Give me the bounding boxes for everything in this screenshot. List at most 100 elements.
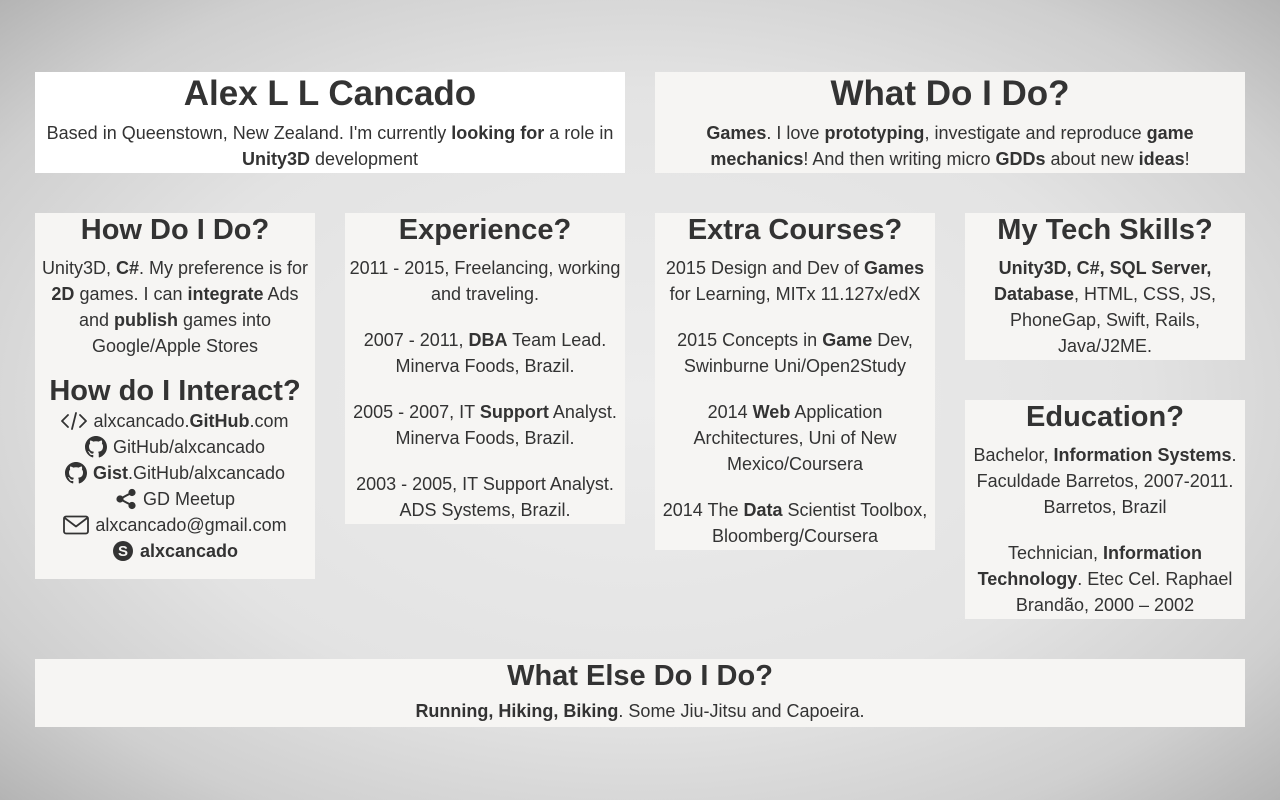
emphasis-text: Games — [706, 123, 767, 143]
text-segment: .GitHub/alxcancado — [127, 463, 286, 483]
text-segment: Technician, — [1007, 543, 1104, 563]
text-segment: 2007 - 2011, — [363, 330, 469, 350]
education-item: Bachelor, Information Systems. Faculdade… — [969, 442, 1241, 520]
text-segment: .com — [249, 411, 289, 431]
contact-label: GD Meetup — [143, 486, 235, 512]
contact-skype[interactable]: Salxcancado — [35, 538, 315, 564]
course-item: 2015 Concepts in Game Dev, Swinburne Uni… — [655, 327, 935, 379]
emphasis-text: GitHub — [189, 411, 250, 431]
skills-title: My Tech Skills? — [997, 214, 1213, 246]
courses-title: Extra Courses? — [687, 214, 903, 246]
how-do-card: How Do I Do? Unity3D, C#. My preference … — [35, 213, 315, 579]
github-icon — [84, 436, 107, 458]
text-segment: Bachelor, — [973, 445, 1054, 465]
experience-list: 2011 - 2015, Freelancing, working and tr… — [345, 255, 625, 523]
experience-item: 2011 - 2015, Freelancing, working and tr… — [345, 255, 625, 307]
emphasis-text: Games — [864, 258, 925, 278]
how-do-text: Unity3D, C#. My preference is for 2D gam… — [35, 255, 315, 359]
text-segment: alxcancado. — [93, 411, 190, 431]
text-segment: development — [309, 149, 419, 169]
text-segment: alxcancado@gmail.com — [95, 515, 287, 535]
text-segment: Based in Queenstown, New Zealand. I'm cu… — [46, 123, 452, 143]
text-segment: Unity3D, — [41, 258, 116, 278]
course-item: 2014 Web Application Architectures, Uni … — [655, 399, 935, 477]
text-segment: GD Meetup — [142, 489, 236, 509]
text-segment: about new — [1045, 149, 1139, 169]
text-segment: 2015 Concepts in — [677, 330, 823, 350]
emphasis-text: Game — [822, 330, 873, 350]
skills-card: My Tech Skills? Unity3D, C#, SQL Server,… — [965, 213, 1245, 360]
text-segment: . Some Jiu-Jitsu and Capoeira. — [618, 701, 865, 721]
svg-text:S: S — [118, 543, 128, 560]
course-item: 2014 The Data Scientist Toolbox, Bloombe… — [655, 497, 935, 549]
text-segment: , investigate and reproduce — [924, 123, 1147, 143]
courses-list: 2015 Design and Dev of Games for Learnin… — [655, 255, 935, 549]
education-item: Technician, Information Technology. Etec… — [969, 540, 1241, 618]
emphasis-text: 2D — [51, 284, 75, 304]
text-segment: games. I can — [74, 284, 188, 304]
profile-name: Alex L L Cancado — [183, 74, 477, 113]
emphasis-text: integrate — [187, 284, 264, 304]
contact-label: alxcancado — [140, 538, 238, 564]
emphasis-text: Support — [479, 402, 549, 422]
text-segment: . I love — [766, 123, 825, 143]
text-segment: 2014 — [707, 402, 753, 422]
education-list: Bachelor, Information Systems. Faculdade… — [969, 442, 1241, 618]
text-segment: GitHub/alxcancado — [112, 437, 266, 457]
education-title: Education? — [1026, 401, 1184, 433]
emphasis-text: DBA — [468, 330, 508, 350]
interact-title: How do I Interact? — [49, 375, 301, 407]
what-do-card: What Do I Do? Games. I love prototyping,… — [655, 72, 1245, 173]
contact-label: Gist.GitHub/alxcancado — [93, 460, 285, 486]
what-else-card: What Else Do I Do? Running, Hiking, Biki… — [35, 659, 1245, 727]
contact-github-pages[interactable]: alxcancado.GitHub.com — [35, 408, 315, 434]
what-do-title: What Do I Do? — [830, 74, 1070, 113]
experience-title: Experience? — [398, 214, 572, 246]
envelope-icon — [63, 515, 90, 535]
text-segment: ! And then writing micro — [803, 149, 996, 169]
share-icon — [115, 488, 137, 510]
emphasis-text: Information Systems — [1053, 445, 1232, 465]
experience-card: Experience? 2011 - 2015, Freelancing, wo… — [345, 213, 625, 524]
profile-bio: Based in Queenstown, New Zealand. I'm cu… — [43, 120, 617, 172]
text-segment: 2005 - 2007, IT — [353, 402, 480, 422]
text-segment: 2003 - 2005, IT Support Analyst. ADS Sys… — [356, 474, 614, 520]
education-card: Education? Bachelor, Information Systems… — [965, 400, 1245, 619]
emphasis-text: Data — [743, 500, 783, 520]
emphasis-text: publish — [113, 310, 178, 330]
text-segment: a role in — [544, 123, 614, 143]
contact-gist[interactable]: Gist.GitHub/alxcancado — [35, 460, 315, 486]
contact-label: GitHub/alxcancado — [113, 434, 265, 460]
emphasis-text: looking for — [451, 123, 545, 143]
emphasis-text: Running, Hiking, Biking — [415, 701, 619, 721]
courses-card: Extra Courses? 2015 Design and Dev of Ga… — [655, 213, 935, 550]
emphasis-text: Web — [752, 402, 791, 422]
skype-icon: S — [112, 540, 134, 562]
emphasis-text: alxcancado — [139, 541, 239, 561]
emphasis-text: C# — [115, 258, 139, 278]
contact-label: alxcancado@gmail.com — [95, 512, 286, 538]
what-do-text: Games. I love prototyping, investigate a… — [673, 120, 1227, 172]
contact-gd-meetup[interactable]: GD Meetup — [35, 486, 315, 512]
experience-item: 2003 - 2005, IT Support Analyst. ADS Sys… — [345, 471, 625, 523]
emphasis-text: ideas — [1138, 149, 1185, 169]
contact-github[interactable]: GitHub/alxcancado — [35, 434, 315, 460]
text-segment: 2014 The — [662, 500, 744, 520]
skills-text: Unity3D, C#, SQL Server, Database, HTML,… — [979, 255, 1231, 359]
emphasis-text: prototyping — [824, 123, 925, 143]
profile-card: Alex L L Cancado Based in Queenstown, Ne… — [35, 72, 625, 173]
contact-email[interactable]: alxcancado@gmail.com — [35, 512, 315, 538]
emphasis-text: GDDs — [995, 149, 1046, 169]
text-segment: . My preference is for — [138, 258, 309, 278]
what-else-title: What Else Do I Do? — [507, 660, 773, 692]
course-item: 2015 Design and Dev of Games for Learnin… — [655, 255, 935, 307]
experience-item: 2007 - 2011, DBA Team Lead. Minerva Food… — [345, 327, 625, 379]
contact-list: alxcancado.GitHub.com GitHub/alxcancado Gi… — [35, 408, 315, 564]
text-segment: ! — [1184, 149, 1190, 169]
emphasis-text: Gist — [92, 463, 128, 483]
how-do-title: How Do I Do? — [80, 214, 270, 246]
code-icon — [61, 412, 88, 430]
contact-label: alxcancado.GitHub.com — [93, 408, 288, 434]
text-segment: 2015 Design and Dev of — [665, 258, 865, 278]
experience-item: 2005 - 2007, IT Support Analyst. Minerva… — [345, 399, 625, 451]
